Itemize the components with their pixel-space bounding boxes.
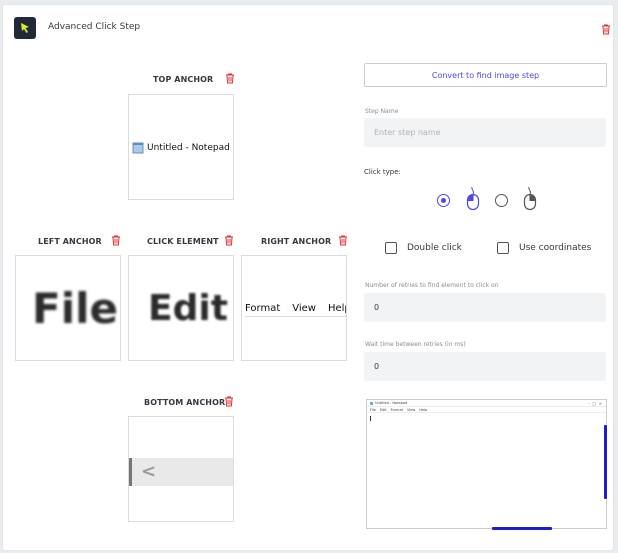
- top-anchor-trash-icon[interactable]: [225, 73, 235, 84]
- preview-window-title: Untitled - Notepad: [375, 401, 408, 405]
- screen-preview: Untitled - Notepad – □ × File Edit Forma…: [366, 399, 607, 529]
- step-name-label: Step Name: [365, 108, 399, 115]
- step-title: Advanced Click Step: [48, 22, 141, 32]
- left-mouse-button-icon: [466, 187, 480, 211]
- right-anchor-trash-icon[interactable]: [338, 235, 348, 246]
- delete-step-trash-icon[interactable]: [601, 24, 611, 35]
- preview-menubar: File Edit Format View Help: [367, 407, 606, 413]
- left-click-radio[interactable]: [437, 194, 450, 207]
- retries-input[interactable]: 0: [364, 293, 606, 322]
- bottom-anchor-label: BOTTOM ANCHOR: [144, 398, 226, 407]
- preview-menu-edit: Edit: [379, 407, 387, 412]
- right-anchor-menu: Format View Help: [245, 303, 346, 317]
- double-click-label: Double click: [407, 243, 462, 253]
- menu-format: Format: [245, 303, 281, 314]
- click-element-trash-icon[interactable]: [224, 235, 234, 246]
- advanced-click-step-card: Advanced Click Step TOP ANCHOR Untitled …: [2, 4, 614, 551]
- preview-menu-help: Help: [419, 407, 428, 412]
- click-element-image[interactable]: Edit: [128, 255, 234, 361]
- top-anchor-image[interactable]: Untitled - Notepad: [128, 94, 234, 200]
- left-anchor-image[interactable]: File: [15, 255, 121, 361]
- preview-titlebar: Untitled - Notepad – □ ×: [367, 400, 606, 407]
- top-anchor-capture: Untitled - Notepad: [132, 142, 230, 154]
- left-anchor-trash-icon[interactable]: [111, 235, 121, 246]
- preview-highlight-right-edge: [604, 425, 607, 499]
- notepad-icon: [132, 142, 144, 154]
- bottom-anchor-image[interactable]: <: [128, 416, 234, 522]
- top-anchor-label: TOP ANCHOR: [153, 75, 214, 84]
- wait-time-input[interactable]: 0: [364, 352, 606, 381]
- top-anchor-text: Untitled - Notepad: [147, 143, 230, 153]
- left-anchor-text: File: [32, 284, 118, 333]
- menu-view: View: [292, 303, 316, 314]
- left-anchor-label: LEFT ANCHOR: [38, 237, 102, 246]
- click-element-text: Edit: [148, 288, 228, 329]
- preview-menu-format: Format: [390, 407, 403, 412]
- bottom-anchor-trash-icon[interactable]: [224, 396, 234, 407]
- right-mouse-button-icon: [523, 187, 537, 211]
- use-coordinates-label: Use coordinates: [519, 243, 592, 253]
- preview-menu-file: File: [370, 407, 376, 412]
- preview-highlight-bottom-edge: [492, 527, 552, 530]
- right-click-radio[interactable]: [495, 194, 508, 207]
- right-anchor-image[interactable]: Format View Help: [241, 255, 347, 361]
- preview-notepad-icon: [370, 401, 373, 405]
- bottom-anchor-scrollbar: <: [129, 458, 233, 486]
- scroll-left-arrow-icon: <: [141, 461, 157, 482]
- preview-text-caret: [370, 416, 371, 421]
- use-coordinates-checkbox[interactable]: [497, 242, 509, 254]
- cursor-arrow-icon: [14, 17, 36, 39]
- step-name-input[interactable]: Enter step name: [364, 118, 606, 147]
- convert-to-find-image-button[interactable]: Convert to find image step: [364, 63, 607, 87]
- right-anchor-label: RIGHT ANCHOR: [261, 237, 332, 246]
- click-type-label: Click type:: [364, 168, 401, 176]
- double-click-checkbox[interactable]: [385, 242, 397, 254]
- preview-menu-view: View: [406, 407, 416, 412]
- preview-window-controls-icon: – □ ×: [587, 401, 602, 406]
- menu-help: Help: [327, 303, 346, 314]
- click-element-label: CLICK ELEMENT: [147, 237, 219, 246]
- wait-time-label: Wait time between retries (in ms): [365, 341, 466, 348]
- retries-label: Number of retries to find element to cli…: [365, 282, 499, 289]
